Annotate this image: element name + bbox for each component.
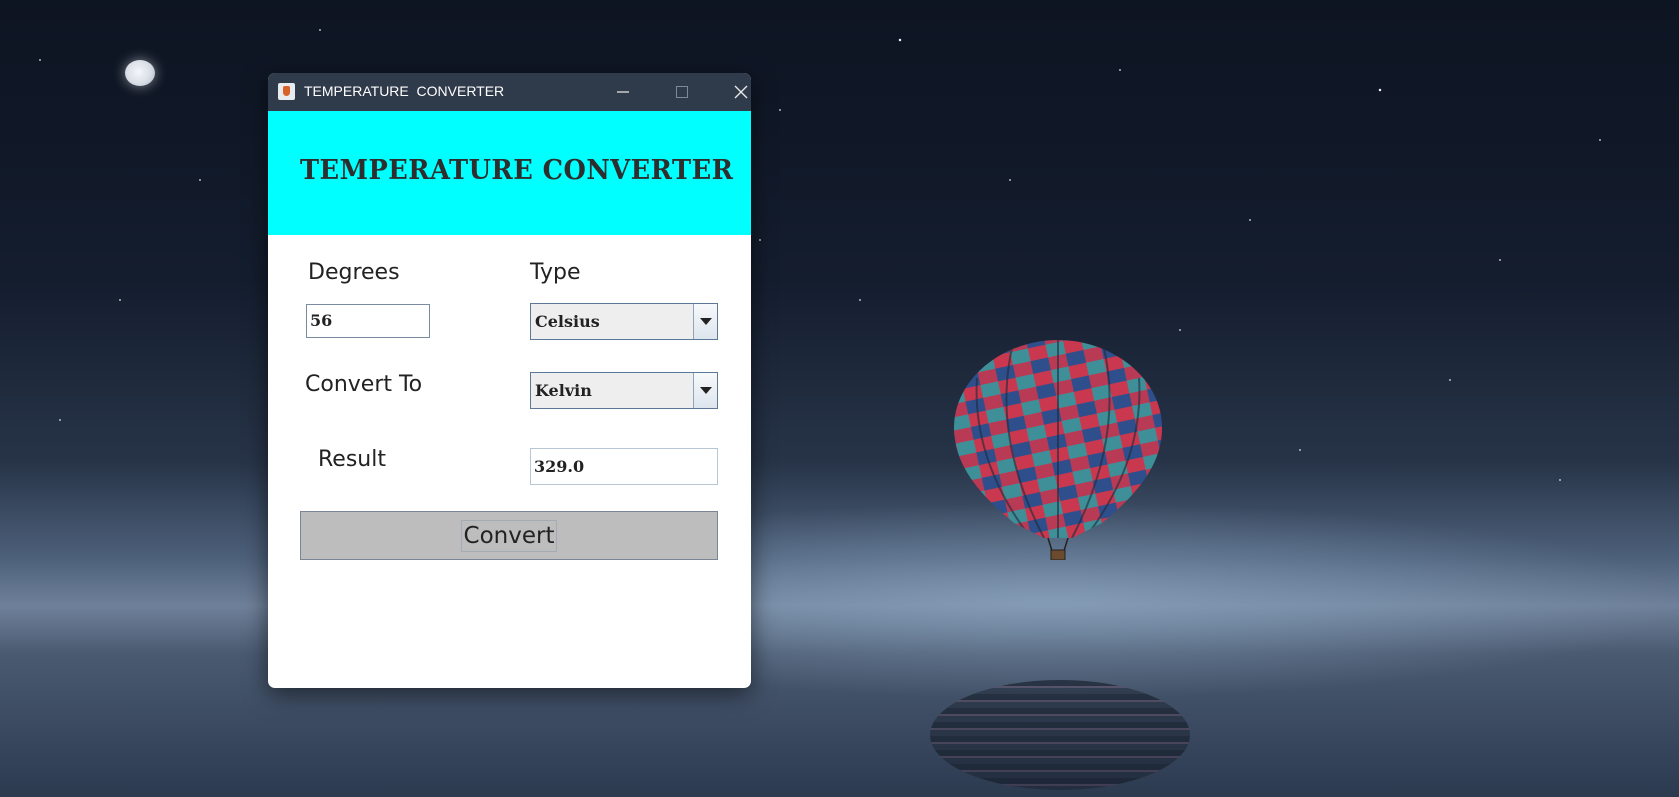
- type-label: Type: [530, 260, 581, 285]
- desktop-wallpaper-stars: [0, 0, 1679, 560]
- maximize-icon: [676, 86, 688, 98]
- java-app-icon: [278, 83, 295, 100]
- result-label: Result: [318, 447, 386, 472]
- close-icon: [734, 85, 748, 99]
- convert-button[interactable]: Convert: [300, 511, 718, 560]
- title-bar[interactable]: TEMPERATURE CONVERTER: [268, 73, 751, 111]
- result-field[interactable]: 329.0: [530, 448, 718, 485]
- chevron-down-icon: [700, 318, 712, 325]
- temperature-converter-window: TEMPERATURE CONVERTER TEMPERATURE CONVER…: [268, 73, 751, 688]
- hot-air-balloon-image: [954, 340, 1162, 560]
- convert-button-label: Convert: [460, 519, 558, 552]
- banner-title: TEMPERATURE CONVERTER: [300, 155, 734, 186]
- convert-to-dropdown-value: Kelvin: [535, 381, 592, 400]
- degrees-label: Degrees: [308, 260, 400, 285]
- close-button[interactable]: [716, 77, 751, 107]
- balloon-reflection: [930, 680, 1190, 790]
- convert-to-label: Convert To: [305, 372, 423, 397]
- type-dropdown-arrow-button[interactable]: [693, 304, 717, 339]
- convert-to-dropdown[interactable]: Kelvin: [530, 372, 718, 409]
- window-title: TEMPERATURE CONVERTER: [304, 83, 505, 99]
- minimize-icon: [617, 91, 629, 93]
- convert-to-dropdown-arrow-button[interactable]: [693, 373, 717, 408]
- chevron-down-icon: [700, 387, 712, 394]
- type-dropdown-value: Celsius: [535, 312, 600, 331]
- header-banner: TEMPERATURE CONVERTER: [268, 111, 751, 235]
- type-dropdown[interactable]: Celsius: [530, 303, 718, 340]
- maximize-button[interactable]: [657, 77, 707, 107]
- moon-image: [125, 60, 155, 86]
- degrees-input[interactable]: 56: [306, 304, 430, 338]
- minimize-button[interactable]: [598, 77, 648, 107]
